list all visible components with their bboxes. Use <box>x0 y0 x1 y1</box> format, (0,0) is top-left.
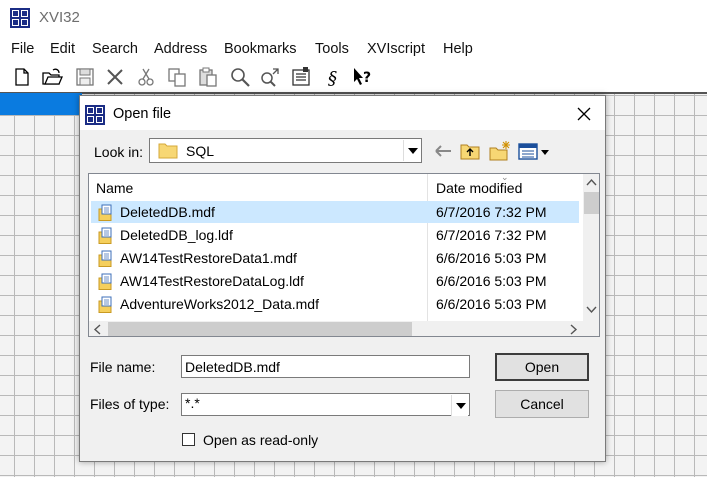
file-row[interactable]: DeletedDB.mdf 6/7/2016 7:32 PM <box>91 201 579 223</box>
new-folder-icon[interactable] <box>489 140 511 162</box>
open-folder-icon[interactable] <box>41 66 63 88</box>
database-file-icon <box>96 204 114 222</box>
svg-text:§: § <box>328 68 337 88</box>
menu-xviscript[interactable]: XVIscript <box>367 41 425 57</box>
file-name-cell: DeletedDB_log.ldf <box>120 227 233 243</box>
files-of-type-value: *.* <box>185 395 200 411</box>
menu-address[interactable]: Address <box>154 41 207 57</box>
hex-grid-top-border <box>0 92 707 94</box>
vertical-scrollbar[interactable] <box>583 174 599 321</box>
menu-tools[interactable]: Tools <box>315 41 349 57</box>
menu-file[interactable]: File <box>11 41 34 57</box>
back-arrow-icon[interactable] <box>432 140 454 162</box>
file-name-cell: AW14TestRestoreDataLog.ldf <box>120 273 304 289</box>
look-in-label: Look in: <box>94 144 144 160</box>
file-date-cell: 6/7/2016 7:32 PM <box>436 227 547 243</box>
vertical-scroll-thumb[interactable] <box>584 192 599 214</box>
file-name-cell: DeletedDB.mdf <box>120 204 215 220</box>
dialog-title: Open file <box>113 106 172 122</box>
horizontal-scroll-thumb[interactable] <box>108 322 412 336</box>
xvi32-logo-icon <box>10 8 30 28</box>
file-date-cell: 6/6/2016 5:03 PM <box>436 273 547 289</box>
cancel-button[interactable]: Cancel <box>495 390 589 418</box>
file-name-label: File name: <box>90 359 156 375</box>
scissors-icon[interactable] <box>135 66 157 88</box>
file-row[interactable]: AW14TestRestoreDataLog.ldf 6/6/2016 5:03 … <box>91 270 579 292</box>
up-folder-icon[interactable] <box>459 140 481 162</box>
script-icon[interactable]: § <box>322 66 344 89</box>
scrollbar-corner <box>583 321 599 336</box>
scroll-left-icon[interactable] <box>89 321 106 336</box>
scroll-up-icon[interactable] <box>583 174 599 191</box>
menu-edit[interactable]: Edit <box>50 41 75 57</box>
menu-search[interactable]: Search <box>92 41 138 57</box>
database-file-icon <box>96 296 114 314</box>
files-of-type-dropdown[interactable]: *.* <box>181 393 470 416</box>
toolbar: § ? <box>0 62 707 92</box>
new-file-icon[interactable] <box>11 66 33 88</box>
column-header-date-modified[interactable]: Date modified <box>436 180 522 196</box>
read-only-label[interactable]: Open as read-only <box>203 432 318 448</box>
svg-text:?: ? <box>363 70 371 86</box>
file-date-cell: 6/6/2016 5:03 PM <box>436 250 547 266</box>
find-next-icon[interactable] <box>259 66 281 88</box>
menu-bookmarks[interactable]: Bookmarks <box>224 41 297 57</box>
view-menu-icon[interactable] <box>517 140 551 162</box>
chevron-down-icon[interactable] <box>403 140 420 161</box>
properties-icon[interactable] <box>290 66 312 88</box>
scroll-right-icon[interactable] <box>565 321 582 336</box>
hex-selected-cell[interactable] <box>0 93 82 115</box>
paste-icon[interactable] <box>197 66 219 88</box>
dialog-titlebar[interactable]: Open file <box>80 96 605 130</box>
xvi32-logo-icon <box>85 105 105 125</box>
file-list[interactable]: Name ⌄ Date modified DeletedDB.mdf 6/7/20… <box>88 173 600 337</box>
menubar: File Edit Search Address Bookmarks Tools… <box>0 38 707 62</box>
file-date-cell: 6/7/2016 7:32 PM <box>436 204 547 220</box>
database-file-icon <box>96 273 114 291</box>
database-file-icon <box>96 250 114 268</box>
app-titlebar: XVI32 <box>0 0 707 38</box>
file-name-cell: AW14TestRestoreData1.mdf <box>120 250 297 266</box>
read-only-checkbox[interactable] <box>182 433 195 446</box>
context-help-icon[interactable]: ? <box>352 66 374 88</box>
file-list-header: Name ⌄ Date modified <box>89 174 583 200</box>
column-header-name[interactable]: Name <box>96 180 133 196</box>
menu-help[interactable]: Help <box>443 41 473 57</box>
folder-icon <box>158 142 178 159</box>
look-in-dropdown[interactable]: SQL <box>149 138 422 163</box>
look-in-value: SQL <box>186 143 215 159</box>
cut-x-icon[interactable] <box>104 66 126 88</box>
chevron-down-icon[interactable] <box>451 395 468 416</box>
save-icon[interactable] <box>74 66 96 88</box>
database-file-icon <box>96 227 114 245</box>
file-name-input[interactable] <box>181 355 470 378</box>
horizontal-scrollbar[interactable] <box>89 321 583 336</box>
file-row[interactable]: DeletedDB_log.ldf 6/7/2016 7:32 PM <box>91 224 579 246</box>
copy-icon[interactable] <box>166 66 188 88</box>
files-of-type-label: Files of type: <box>90 396 170 412</box>
open-file-dialog: Open file Look in: SQL Name ⌄ Date modif… <box>79 95 606 462</box>
app-title: XVI32 <box>39 9 80 26</box>
find-icon[interactable] <box>229 66 251 88</box>
file-date-cell: 6/6/2016 5:03 PM <box>436 296 547 312</box>
file-name-cell: AdventureWorks2012_Data.mdf <box>120 296 319 312</box>
close-icon[interactable] <box>572 102 596 126</box>
scroll-down-icon[interactable] <box>583 301 599 318</box>
open-button[interactable]: Open <box>495 353 589 381</box>
file-row[interactable]: AW14TestRestoreData1.mdf 6/6/2016 5:03 PM <box>91 247 579 269</box>
file-row[interactable]: AdventureWorks2012_Data.mdf 6/6/2016 5:03… <box>91 293 579 315</box>
